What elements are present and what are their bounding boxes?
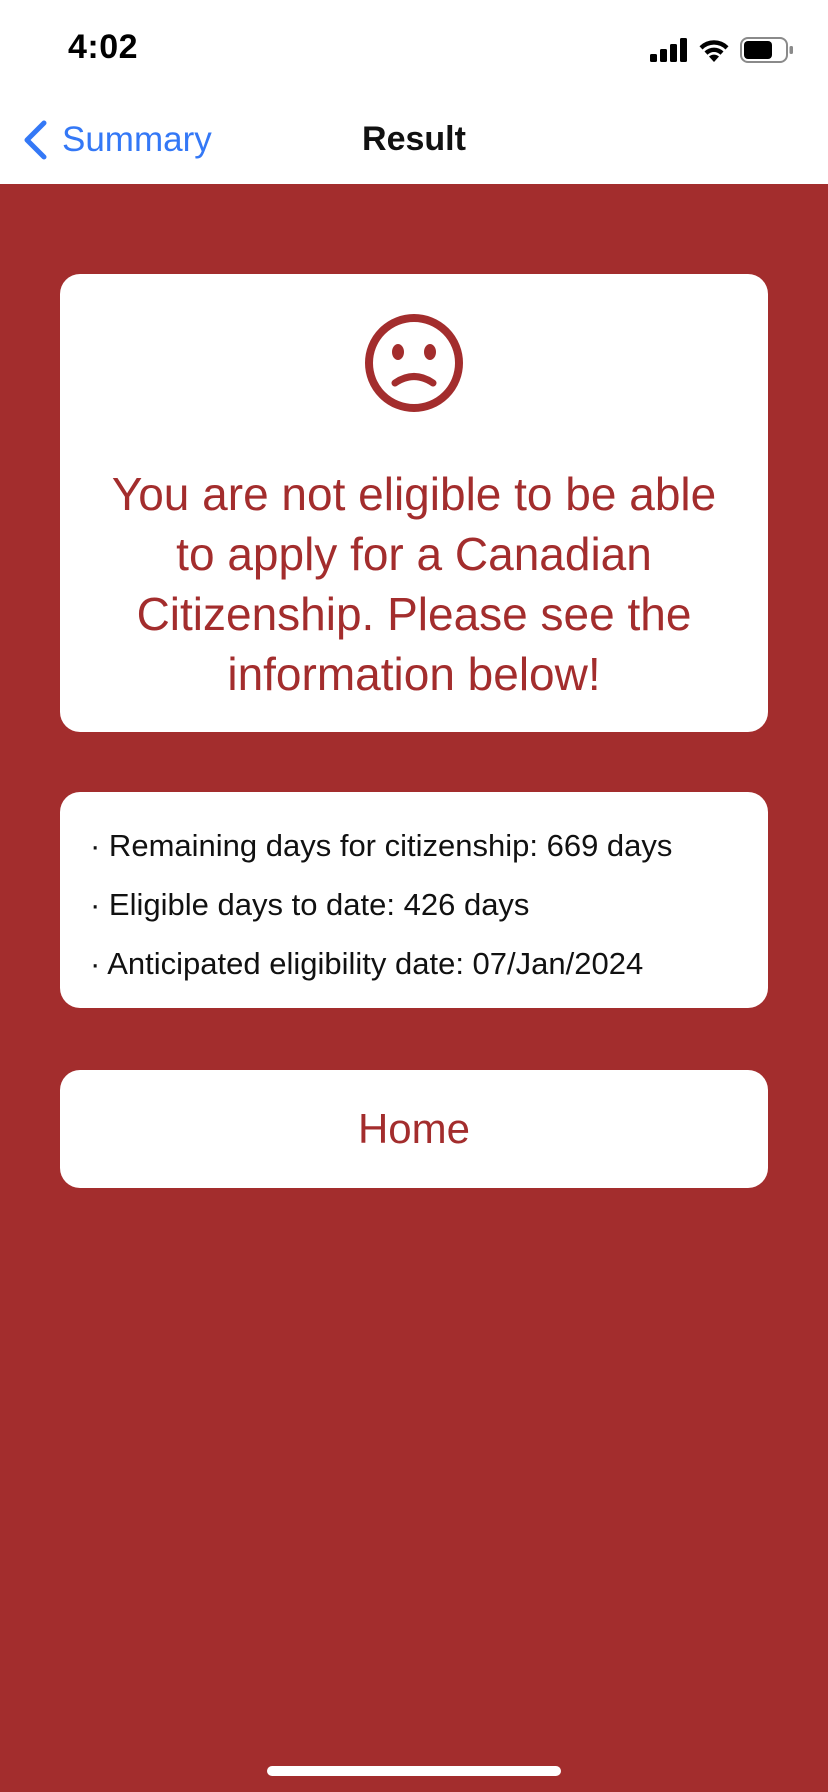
status-icons: [650, 34, 794, 66]
info-anticipated-date: · Anticipated eligibility date: 07/Jan/2…: [90, 946, 644, 981]
info-remaining-days: · Remaining days for citizenship: 669 da…: [90, 828, 673, 863]
home-button[interactable]: Home: [60, 1070, 768, 1188]
status-bar: 4:02: [0, 0, 828, 96]
page-title: Result: [362, 120, 466, 158]
wifi-icon: [699, 40, 729, 62]
result-message: You are not eligible to be able to apply…: [111, 468, 717, 700]
home-button-label: Home: [357, 1105, 471, 1152]
eligibility-info-list: · Remaining days for citizenship: 669 da…: [90, 816, 748, 993]
result-card: You are not eligible to be able to apply…: [60, 274, 768, 732]
cellular-signal-icon: [650, 38, 687, 62]
home-indicator[interactable]: [267, 1766, 561, 1776]
sad-face-icon: [365, 314, 463, 412]
result-screen: You are not eligible to be able to apply…: [0, 184, 828, 1792]
battery-icon: [740, 37, 793, 63]
status-time: 4:02: [68, 28, 139, 66]
eligibility-info-card: · Remaining days for citizenship: 669 da…: [60, 792, 768, 1008]
info-eligible-days: · Eligible days to date: 426 days: [90, 887, 530, 922]
navigation-bar: Summary Result: [0, 96, 828, 185]
